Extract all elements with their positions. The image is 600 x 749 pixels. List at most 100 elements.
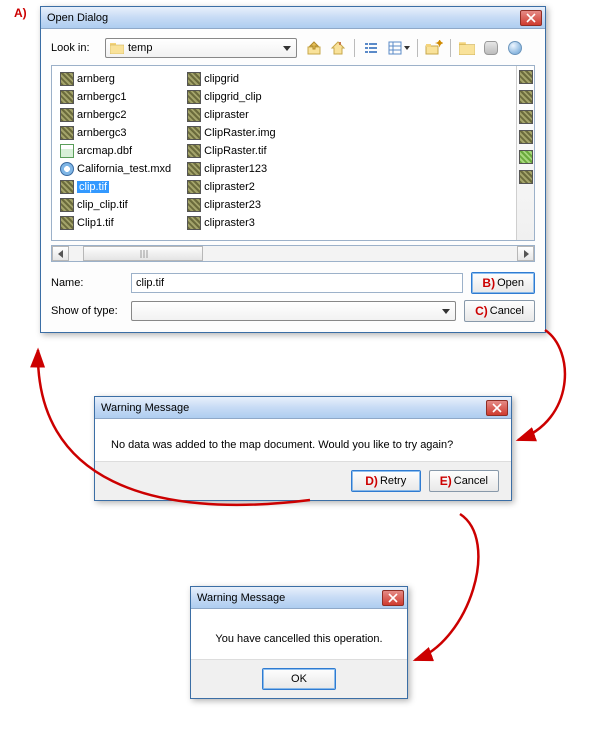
name-input[interactable] xyxy=(131,273,463,293)
toolbar: ✦ xyxy=(303,37,526,59)
cancel-button[interactable]: C) Cancel xyxy=(464,300,535,322)
chevron-left-icon xyxy=(58,250,64,258)
up-one-level-button[interactable] xyxy=(303,37,325,59)
warning2-titlebar[interactable]: Warning Message xyxy=(191,587,407,609)
mxd-icon xyxy=(60,162,74,176)
list-view-button[interactable] xyxy=(360,37,382,59)
file-name: clipraster2 xyxy=(204,181,255,193)
open-dialog-titlebar[interactable]: Open Dialog xyxy=(41,7,545,29)
scroll-right-button[interactable] xyxy=(517,246,534,261)
raster-icon xyxy=(187,126,201,140)
raster-icon xyxy=(519,130,533,144)
look-in-dropdown[interactable]: temp xyxy=(105,38,297,58)
file-name: arnberg xyxy=(77,73,115,85)
file-item[interactable]: California_test.mxd xyxy=(58,160,173,177)
file-item[interactable]: arnbergc1 xyxy=(58,88,173,105)
type-label: Show of type: xyxy=(51,305,131,317)
file-name: ClipRaster.img xyxy=(204,127,276,139)
file-item[interactable]: clip_clip.tif xyxy=(58,196,173,213)
close-button[interactable] xyxy=(486,400,508,416)
up-arrow-folder-icon xyxy=(306,40,322,56)
raster-icon xyxy=(519,70,533,84)
scroll-thumb[interactable] xyxy=(83,246,203,261)
raster-icon xyxy=(519,110,533,124)
annotation-c: C) xyxy=(475,304,488,318)
dbf-icon xyxy=(60,144,74,158)
raster-icon xyxy=(519,90,533,104)
raster-icon xyxy=(60,180,74,194)
retry-button-label: Retry xyxy=(380,475,406,487)
horizontal-scrollbar[interactable] xyxy=(51,245,535,262)
open-button[interactable]: B) Open xyxy=(471,272,535,294)
grip-icon xyxy=(139,250,149,258)
file-pane-sidestrip xyxy=(516,66,534,240)
new-folder-icon: ✦ xyxy=(425,40,443,56)
file-name: arcmap.dbf xyxy=(77,145,132,157)
file-name: clipgrid xyxy=(204,73,239,85)
file-item[interactable]: arnberg xyxy=(58,70,173,87)
warning-dialog-2: Warning Message You have cancelled this … xyxy=(190,586,408,699)
raster-icon xyxy=(187,198,201,212)
file-name: California_test.mxd xyxy=(77,163,171,175)
file-item[interactable]: clipraster3 xyxy=(185,214,278,231)
close-icon xyxy=(492,403,502,413)
file-item[interactable]: clip.tif xyxy=(58,178,173,195)
close-icon xyxy=(388,593,398,603)
close-button[interactable] xyxy=(520,10,542,26)
type-dropdown[interactable] xyxy=(131,301,456,321)
close-button[interactable] xyxy=(382,590,404,606)
file-name: Clip1.tif xyxy=(77,217,114,229)
open-dialog-title: Open Dialog xyxy=(47,12,520,24)
connect-gis-server-button[interactable] xyxy=(504,37,526,59)
file-item[interactable]: clipraster xyxy=(185,106,278,123)
file-item[interactable]: clipgrid_clip xyxy=(185,88,278,105)
look-in-label: Look in: xyxy=(51,42,99,54)
scroll-track[interactable] xyxy=(69,246,517,261)
view-menu-button[interactable] xyxy=(384,37,412,59)
file-name: clipraster3 xyxy=(204,217,255,229)
chevron-down-icon xyxy=(404,46,410,50)
open-dialog: Open Dialog Look in: temp ✦ xyxy=(40,6,546,333)
file-item[interactable]: clipraster23 xyxy=(185,196,278,213)
file-name: clip.tif xyxy=(77,181,109,193)
raster-icon xyxy=(187,216,201,230)
raster-icon xyxy=(60,108,74,122)
file-name: clipgrid_clip xyxy=(204,91,261,103)
scroll-left-button[interactable] xyxy=(52,246,69,261)
ok-button-label: OK xyxy=(291,673,307,685)
warning1-titlebar[interactable]: Warning Message xyxy=(95,397,511,419)
new-folder-button[interactable]: ✦ xyxy=(423,37,445,59)
file-name: clipraster123 xyxy=(204,163,267,175)
connect-folder-button[interactable] xyxy=(456,37,478,59)
file-item[interactable]: clipraster123 xyxy=(185,160,278,177)
file-item[interactable]: arcmap.dbf xyxy=(58,142,173,159)
annotation-b: B) xyxy=(482,276,495,290)
file-list-pane[interactable]: arnberg arnbergc1 arnbergc2 arnbergc3 arcmap… xyxy=(51,65,535,241)
raster-icon xyxy=(519,170,533,184)
svg-text:✦: ✦ xyxy=(435,40,443,50)
file-item[interactable]: clipraster2 xyxy=(185,178,278,195)
raster-icon xyxy=(60,72,74,86)
file-name: ClipRaster.tif xyxy=(204,145,266,157)
file-item[interactable]: arnbergc3 xyxy=(58,124,173,141)
file-item[interactable]: Clip1.tif xyxy=(58,214,173,231)
retry-button[interactable]: D) Retry xyxy=(351,470,421,492)
raster-icon xyxy=(187,180,201,194)
close-icon xyxy=(526,13,536,23)
chevron-right-icon xyxy=(523,250,529,258)
file-item[interactable]: ClipRaster.img xyxy=(185,124,278,141)
file-item[interactable]: ClipRaster.tif xyxy=(185,142,278,159)
warning1-title: Warning Message xyxy=(101,402,486,414)
home-button[interactable] xyxy=(327,37,349,59)
file-column-1: arnberg arnbergc1 arnbergc2 arnbergc3 arcmap… xyxy=(58,70,173,236)
file-item[interactable]: arnbergc2 xyxy=(58,106,173,123)
file-name: arnbergc2 xyxy=(77,109,127,121)
file-name: clipraster xyxy=(204,109,249,121)
file-name: arnbergc1 xyxy=(77,91,127,103)
file-name: clip_clip.tif xyxy=(77,199,128,211)
name-label: Name: xyxy=(51,277,131,289)
file-item[interactable]: clipgrid xyxy=(185,70,278,87)
ok-button[interactable]: OK xyxy=(262,668,336,690)
cancel-button[interactable]: E) Cancel xyxy=(429,470,499,492)
connect-database-button[interactable] xyxy=(480,37,502,59)
